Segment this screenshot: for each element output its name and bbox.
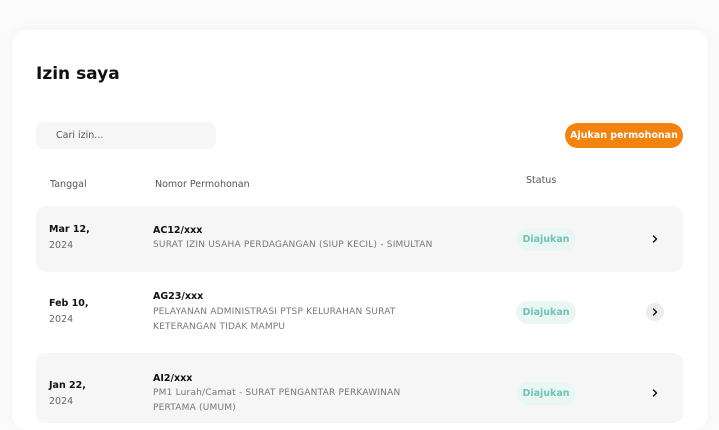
row-date-month-day: Feb 10, [49,298,89,309]
table-row[interactable]: Jan 22, 2024 AI2/xxx PM1 Lurah/Camat - S… [36,353,683,423]
chevron-right-icon[interactable] [646,303,664,321]
row-permit-name-line2: KETERANGAN TIDAK MAMPU [153,322,286,332]
row-date: Feb 10, 2024 [49,296,88,328]
row-permit-name-line1: PELAYANAN ADMINISTRASI PTSP KELURAHAN SU… [153,307,396,317]
row-permit-name: PELAYANAN ADMINISTRASI PTSP KELURAHAN SU… [153,305,453,335]
row-permit-name-line2: PERTAMA (UMUM) [153,403,236,413]
row-permit-name-line1: PM1 Lurah/Camat - SURAT PENGANTAR PERKAW… [153,388,401,398]
status-badge: Diajukan [516,301,576,324]
row-date-year: 2024 [49,240,74,251]
row-date-year: 2024 [49,314,74,325]
column-header-date: Tanggal [50,179,87,190]
page-title: Izin saya [36,64,120,84]
search-input[interactable] [36,122,216,149]
row-permit-name: SURAT IZIN USAHA PERDAGANGAN (SIUP KECIL… [153,238,473,253]
row-permit-name-line1: SURAT IZIN USAHA PERDAGANGAN (SIUP KECIL… [153,240,433,250]
chevron-right-icon[interactable] [646,230,664,248]
row-date: Jan 22, 2024 [49,378,86,410]
row-application-number: AI2/xxx [153,373,193,384]
row-date-month-day: Mar 12, [49,224,90,235]
table-row[interactable]: Feb 10, 2024 AG23/xxx PELAYANAN ADMINIST… [36,280,683,346]
column-header-number: Nomor Permohonan [155,179,250,190]
submit-application-button[interactable]: Ajukan permohonan [565,123,683,148]
row-date-month-day: Jan 22, [49,380,86,391]
table-row[interactable]: Mar 12, 2024 AC12/xxx SURAT IZIN USAHA P… [36,206,683,272]
status-badge: Diajukan [516,228,576,251]
row-permit-name: PM1 Lurah/Camat - SURAT PENGANTAR PERKAW… [153,386,453,416]
status-badge: Diajukan [516,382,576,405]
chevron-right-icon[interactable] [646,384,664,402]
column-header-status: Status [526,175,557,186]
row-date: Mar 12, 2024 [49,222,90,254]
row-application-number: AC12/xxx [153,225,203,236]
row-application-number: AG23/xxx [153,291,204,302]
